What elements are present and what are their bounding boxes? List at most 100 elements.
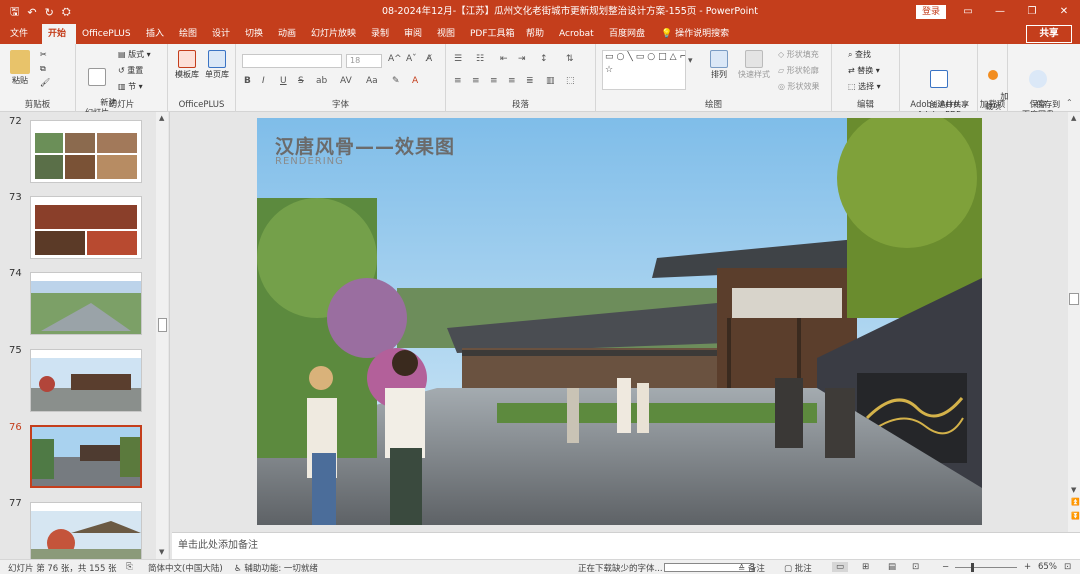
tab-help[interactable]: 帮助 [520, 24, 553, 44]
fit-slide-icon[interactable]: ⊡ [1064, 562, 1071, 572]
tab-record[interactable]: 录制 [365, 24, 398, 44]
login-button[interactable]: 登录 [916, 5, 946, 19]
find-button[interactable]: ⌕ 查找 [848, 50, 871, 60]
previous-slide-icon[interactable]: ⏫ [1071, 498, 1080, 506]
scroll-up-icon[interactable]: ▲ [1071, 114, 1076, 122]
select-button[interactable]: ⬚ 选择 ▾ [848, 82, 881, 92]
tab-design[interactable]: 设计 [206, 24, 239, 44]
collapse-ribbon-icon[interactable]: ⌃ [1066, 98, 1073, 107]
thumbnail-scroll-thumb[interactable] [158, 318, 167, 332]
tab-acrobat[interactable]: Acrobat [553, 24, 603, 44]
format-painter-icon[interactable]: 🖌 [40, 78, 50, 88]
tell-me-search[interactable]: 💡 操作说明搜索 [655, 24, 735, 44]
justify-icon[interactable]: ≡ [508, 76, 516, 86]
redo-icon[interactable]: ↻ [45, 6, 54, 19]
tab-animations[interactable]: 动画 [272, 24, 305, 44]
current-slide[interactable]: 汉唐风骨——效果图 RENDERING [257, 118, 982, 525]
paste-button[interactable]: 粘贴 [6, 50, 34, 86]
highlight-icon[interactable]: ✎ [392, 76, 400, 86]
thumbnail-scrollbar[interactable] [156, 112, 168, 560]
scroll-down-icon[interactable]: ▼ [159, 548, 164, 556]
bullets-icon[interactable]: ☰ [454, 54, 462, 64]
slide-thumbnail-selected[interactable] [30, 425, 142, 488]
underline-button[interactable]: U [280, 76, 287, 86]
notes-pane[interactable]: 单击此处添加备注 [172, 532, 1080, 559]
slide-thumbnail[interactable] [30, 502, 142, 560]
notes-button[interactable]: ≙ 备注 [738, 562, 765, 574]
slide-thumbnail[interactable] [30, 349, 142, 412]
close-button[interactable]: ✕ [1048, 0, 1080, 24]
replace-button[interactable]: ⇄ 替换 ▾ [848, 66, 880, 76]
tab-review[interactable]: 审阅 [398, 24, 431, 44]
tab-insert[interactable]: 插入 [140, 24, 173, 44]
normal-view-icon[interactable]: ▭ [832, 562, 849, 572]
scroll-up-icon[interactable]: ▲ [159, 114, 164, 122]
template-library-button[interactable]: 模板库 [172, 50, 202, 80]
shapes-gallery[interactable]: ▭○╲▭○□△⌐⌐⇨⇩↰∿⌒{}☆ [602, 50, 686, 90]
tab-file[interactable]: 文件 [4, 24, 42, 44]
shape-fill-button[interactable]: ◇ 形状填充 [778, 50, 819, 60]
distributed-icon[interactable]: ≣ [526, 76, 534, 86]
zoom-in-icon[interactable]: + [1024, 562, 1031, 572]
minimize-button[interactable]: — [984, 0, 1016, 24]
save-icon[interactable]: 🖫 [10, 3, 19, 22]
tab-transitions[interactable]: 切换 [239, 24, 272, 44]
scroll-down-icon[interactable]: ▼ [1071, 486, 1076, 494]
slideshow-view-icon[interactable]: ⊡ [912, 562, 919, 572]
text-direction-icon[interactable]: ⇅ [566, 54, 574, 64]
single-page-library-button[interactable]: 单页库 [202, 50, 232, 80]
customize-qat-icon[interactable]: ⛭ [62, 5, 71, 19]
tab-pdf-toolbox[interactable]: PDF工具箱 [464, 24, 520, 44]
undo-icon[interactable]: ↶ [27, 6, 36, 19]
tab-slideshow[interactable]: 幻灯片放映 [305, 24, 365, 44]
share-button[interactable]: 共享 [1026, 25, 1072, 43]
tab-draw[interactable]: 绘图 [173, 24, 206, 44]
slide-thumbnail[interactable] [30, 272, 142, 335]
numbering-icon[interactable]: ☷ [476, 54, 484, 64]
copy-icon[interactable]: ⧉ [40, 64, 46, 74]
reading-view-icon[interactable]: ▤ [888, 562, 896, 572]
shape-outline-button[interactable]: ▱ 形状轮廓 [778, 66, 819, 76]
font-color-button[interactable]: A [412, 76, 418, 86]
slide-thumbnail[interactable] [30, 120, 142, 183]
slide-scrollbar[interactable] [1068, 112, 1080, 532]
bold-button[interactable]: B [244, 76, 251, 86]
zoom-slider-knob[interactable] [971, 563, 974, 572]
cut-icon[interactable]: ✂ [40, 50, 47, 60]
ribbon-display-icon[interactable]: ▭ [952, 0, 984, 24]
zoom-out-icon[interactable]: − [942, 562, 949, 572]
line-spacing-icon[interactable]: ↕ [540, 54, 548, 64]
align-center-icon[interactable]: ≡ [472, 76, 480, 86]
align-left-icon[interactable]: ≡ [454, 76, 462, 86]
next-slide-icon[interactable]: ⏬ [1071, 512, 1080, 520]
zoom-level[interactable]: 65% [1038, 562, 1057, 572]
italic-button[interactable]: I [262, 76, 265, 86]
shape-effects-button[interactable]: ◎ 形状效果 [778, 82, 820, 92]
smartart-icon[interactable]: ⬚ [566, 76, 575, 86]
gallery-scroll-icon[interactable]: ▾ [688, 56, 693, 66]
slide-thumbnail[interactable] [30, 196, 142, 259]
tab-home[interactable]: 开始 [42, 24, 76, 44]
clear-format-icon[interactable]: A̸ [426, 54, 432, 64]
accessibility-status[interactable]: ♿ 辅助功能: 一切就绪 [234, 562, 318, 574]
section-button[interactable]: ▥ 节 ▾ [118, 82, 143, 92]
grow-font-icon[interactable]: A^ [388, 54, 402, 64]
maximize-button[interactable]: ❐ [1016, 0, 1048, 24]
arrange-button[interactable]: 排列 [704, 50, 734, 80]
strikethrough-button[interactable]: S [298, 76, 304, 86]
align-right-icon[interactable]: ≡ [490, 76, 498, 86]
font-size-field[interactable]: 18 [346, 54, 382, 68]
font-name-field[interactable] [242, 54, 342, 68]
reset-button[interactable]: ↺ 重置 [118, 66, 143, 76]
slide-sorter-icon[interactable]: ⊞ [862, 562, 869, 572]
spacing-button[interactable]: AV [340, 76, 352, 86]
change-case-button[interactable]: Aa [366, 76, 378, 86]
decrease-indent-icon[interactable]: ⇤ [500, 54, 508, 64]
language-indicator[interactable]: 简体中文(中国大陆) [148, 562, 223, 574]
increase-indent-icon[interactable]: ⇥ [518, 54, 526, 64]
zoom-slider[interactable] [955, 567, 1017, 568]
tab-officeplus[interactable]: OfficePLUS [76, 24, 140, 44]
tab-view[interactable]: 视图 [431, 24, 464, 44]
columns-icon[interactable]: ▥ [546, 76, 555, 86]
shadow-button[interactable]: ab [316, 76, 327, 86]
